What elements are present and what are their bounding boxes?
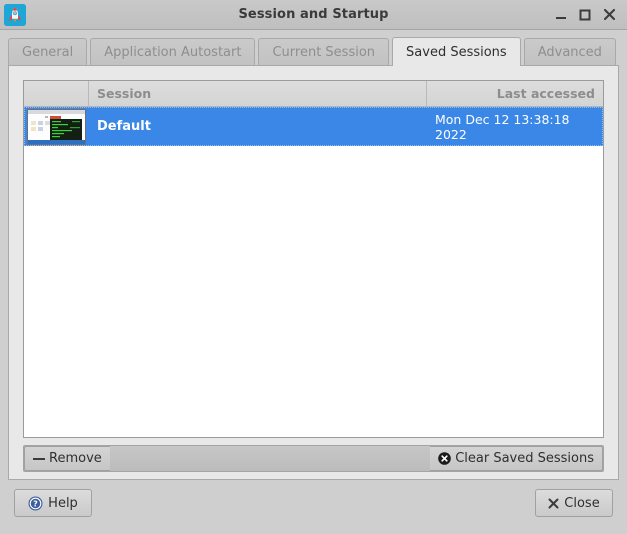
tab-label: Current Session bbox=[272, 45, 376, 60]
tab-label: Saved Sessions bbox=[406, 44, 507, 60]
help-button[interactable]: ? Help bbox=[14, 489, 92, 517]
tab-saved-sessions[interactable]: Saved Sessions bbox=[392, 37, 521, 66]
window-controls bbox=[554, 7, 627, 23]
rocket-app-icon bbox=[4, 3, 26, 26]
session-list-header: Session Last accessed bbox=[24, 81, 603, 107]
tab-bar: General Application Autostart Current Se… bbox=[0, 36, 627, 66]
close-icon[interactable] bbox=[602, 7, 616, 23]
column-header-thumbnail[interactable] bbox=[24, 81, 89, 106]
session-last-accessed: Mon Dec 12 13:38:18 2022 bbox=[435, 111, 570, 142]
session-thumbnail-cell bbox=[24, 108, 89, 145]
remove-button[interactable]: Remove bbox=[24, 446, 110, 471]
svg-text:?: ? bbox=[33, 499, 38, 508]
table-row[interactable]: Default Mon Dec 12 13:38:18 2022 bbox=[24, 107, 603, 146]
desktop-screenshot-thumbnail bbox=[27, 108, 86, 145]
tab-general[interactable]: General bbox=[8, 38, 88, 66]
help-circle-icon: ? bbox=[28, 496, 43, 510]
session-name: Default bbox=[97, 119, 151, 134]
minus-icon bbox=[33, 453, 45, 465]
window-title: Session and Startup bbox=[238, 7, 389, 22]
tab-label: Advanced bbox=[537, 45, 602, 60]
clear-saved-sessions-label: Clear Saved Sessions bbox=[455, 451, 594, 466]
session-list-body: Default Mon Dec 12 13:38:18 2022 bbox=[24, 107, 603, 437]
dialog-action-bar: ? Help Close bbox=[0, 480, 627, 526]
clear-saved-sessions-button[interactable]: Clear Saved Sessions bbox=[430, 446, 603, 471]
close-button[interactable]: Close bbox=[535, 489, 613, 517]
saved-sessions-panel: Session Last accessed Default Mon Dec 12… bbox=[8, 65, 619, 480]
tab-label: General bbox=[22, 45, 74, 60]
maximize-icon[interactable] bbox=[578, 7, 592, 23]
column-header-last-accessed[interactable]: Last accessed bbox=[427, 81, 603, 106]
circle-x-icon bbox=[438, 452, 451, 465]
help-button-label: Help bbox=[48, 495, 78, 511]
session-list-toolbar: Remove Clear Saved Sessions bbox=[23, 445, 604, 472]
tab-current-session[interactable]: Current Session bbox=[258, 38, 390, 66]
session-list: Session Last accessed Default Mon Dec 12… bbox=[23, 80, 604, 438]
tab-application-autostart[interactable]: Application Autostart bbox=[90, 38, 256, 66]
minimize-icon[interactable] bbox=[554, 7, 568, 23]
column-header-session[interactable]: Session bbox=[89, 81, 427, 106]
tab-label: Application Autostart bbox=[104, 45, 242, 60]
session-and-startup-window: Session and Startup General Application … bbox=[0, 0, 627, 534]
x-icon bbox=[548, 498, 559, 508]
close-button-label: Close bbox=[564, 495, 600, 511]
tab-advanced[interactable]: Advanced bbox=[523, 38, 616, 66]
titlebar: Session and Startup bbox=[0, 0, 627, 30]
remove-button-label: Remove bbox=[49, 451, 102, 466]
